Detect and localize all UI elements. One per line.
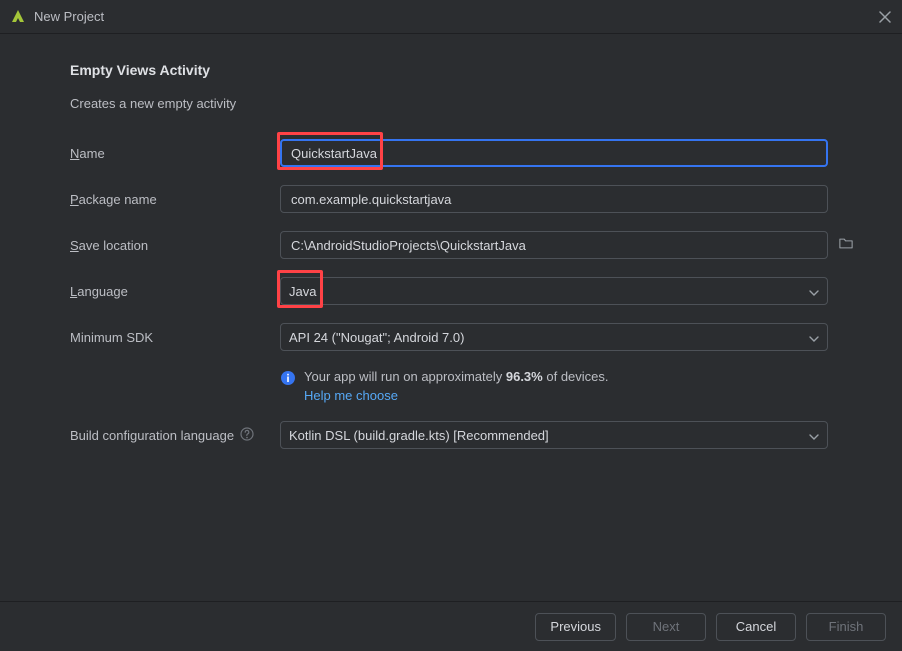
minsdk-select[interactable]: API 24 ("Nougat"; Android 7.0) bbox=[280, 323, 828, 351]
label-language: Language bbox=[70, 284, 280, 299]
label-build-config: Build configuration language bbox=[70, 427, 280, 444]
name-input[interactable] bbox=[289, 145, 819, 162]
template-description: Creates a new empty activity bbox=[70, 96, 862, 111]
sdk-hint-text: Your app will run on approximately 96.3%… bbox=[304, 369, 609, 384]
label-save-location: Save location bbox=[70, 238, 280, 253]
language-select[interactable]: Java bbox=[280, 277, 828, 305]
name-field[interactable] bbox=[280, 139, 828, 167]
dialog-footer: Previous Next Cancel Finish bbox=[0, 601, 902, 651]
row-minsdk: Minimum SDK API 24 ("Nougat"; Android 7.… bbox=[70, 323, 862, 351]
package-input[interactable] bbox=[289, 191, 819, 208]
row-save-location: Save location bbox=[70, 231, 862, 259]
titlebar: New Project bbox=[0, 0, 902, 34]
help-me-choose-link[interactable]: Help me choose bbox=[304, 388, 398, 403]
android-studio-icon bbox=[10, 9, 26, 25]
chevron-down-icon bbox=[809, 330, 819, 345]
browse-folder-icon[interactable] bbox=[838, 237, 854, 254]
info-icon bbox=[280, 370, 296, 389]
close-icon[interactable] bbox=[878, 10, 892, 24]
label-name: Name bbox=[70, 146, 280, 161]
row-package: Package name bbox=[70, 185, 862, 213]
label-minsdk: Minimum SDK bbox=[70, 330, 280, 345]
package-field[interactable] bbox=[280, 185, 828, 213]
row-language: Language Java bbox=[70, 277, 862, 305]
previous-button[interactable]: Previous bbox=[535, 613, 616, 641]
help-icon[interactable] bbox=[240, 427, 254, 444]
language-select-value: Java bbox=[289, 284, 316, 299]
save-location-field[interactable] bbox=[280, 231, 828, 259]
chevron-down-icon bbox=[809, 428, 819, 443]
row-build-config: Build configuration language Kotlin DSL … bbox=[70, 421, 862, 449]
save-location-input[interactable] bbox=[289, 237, 797, 254]
chevron-down-icon bbox=[809, 284, 819, 299]
cancel-button[interactable]: Cancel bbox=[716, 613, 796, 641]
template-heading: Empty Views Activity bbox=[70, 62, 862, 78]
dialog-content: Empty Views Activity Creates a new empty… bbox=[0, 34, 902, 601]
label-package: Package name bbox=[70, 192, 280, 207]
build-config-select[interactable]: Kotlin DSL (build.gradle.kts) [Recommend… bbox=[280, 421, 828, 449]
dialog-title: New Project bbox=[34, 9, 878, 24]
row-sdk-hint: Your app will run on approximately 96.3%… bbox=[70, 369, 862, 403]
row-name: Name bbox=[70, 139, 862, 167]
finish-button[interactable]: Finish bbox=[806, 613, 886, 641]
next-button: Next bbox=[626, 613, 706, 641]
minsdk-select-value: API 24 ("Nougat"; Android 7.0) bbox=[289, 330, 464, 345]
build-config-select-value: Kotlin DSL (build.gradle.kts) [Recommend… bbox=[289, 428, 549, 443]
